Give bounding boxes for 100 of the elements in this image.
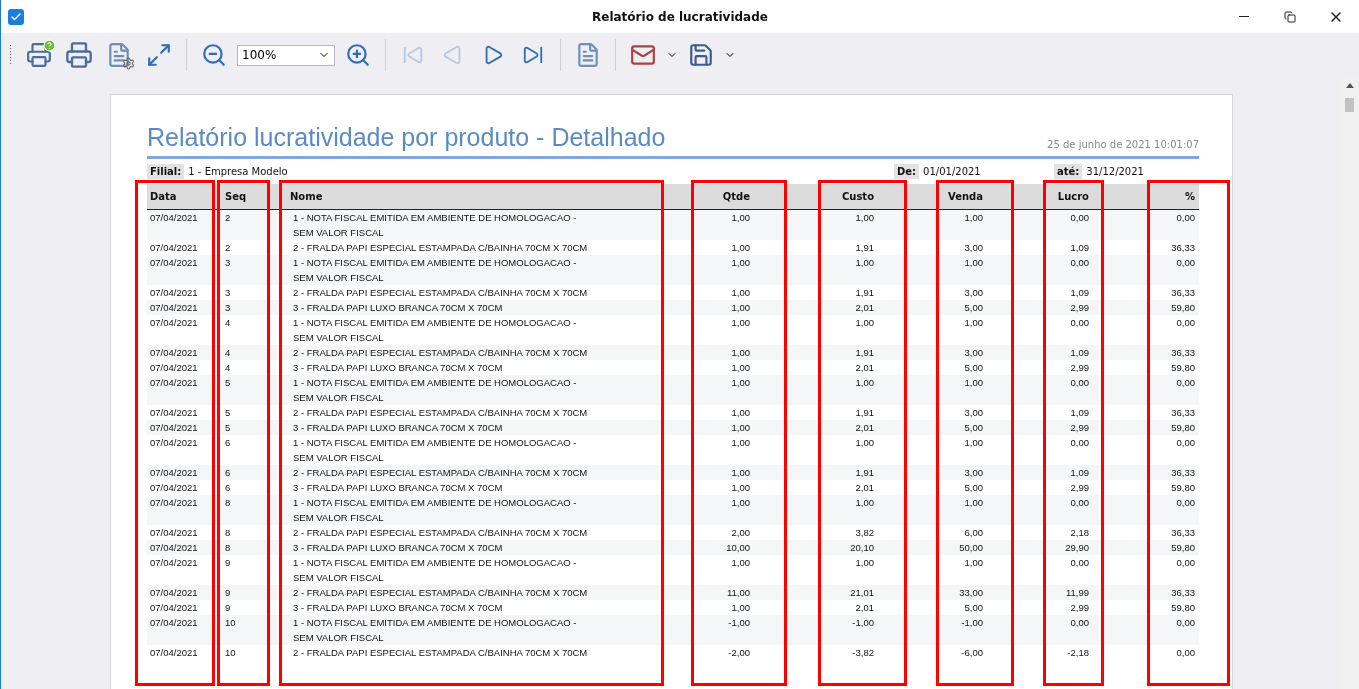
table-cell-text: 2 - FRALDA PAPI ESPECIAL ESTAMPADA C/BAINHA 70CM X 70CM [292, 526, 589, 540]
table-cell-text: 1,00 [963, 496, 984, 510]
window-title: Relatório de lucratividade [592, 9, 768, 24]
table-cell-text: 3 - FRALDA PAPI LUXO BRANCA 70CM X 70CM [292, 421, 504, 435]
zoom-dropdown[interactable]: 100% [237, 44, 335, 66]
table-cell-text: 1,00 [963, 376, 984, 390]
table-cell-text: 1,00 [854, 496, 875, 510]
settings-icon [122, 57, 135, 70]
column-header: Custo [840, 191, 875, 202]
table-cell-text: 5,00 [963, 301, 984, 315]
table-cell-text: 2,01 [854, 301, 875, 315]
table-cell-text: 1,09 [1069, 286, 1090, 300]
table-cell-text: 2,99 [1069, 481, 1090, 495]
table-cell-text: 1 - NOTA FISCAL EMITIDA EM AMBIENTE DE HOMOLOGACAO - SEM VALOR FISCAL [292, 376, 578, 405]
table-cell-text: 50,00 [958, 541, 984, 555]
table-cell-text: 20,10 [849, 541, 875, 555]
column-header: Qtde [721, 191, 751, 202]
table-cell-text: 2,01 [854, 421, 875, 435]
table-cell-text: 07/04/2021 [149, 376, 199, 390]
table-cell-text: 10 [224, 616, 237, 630]
table-cell-text: 1 - NOTA FISCAL EMITIDA EM AMBIENTE DE HOMOLOGACAO - SEM VALOR FISCAL [292, 436, 578, 465]
table-cell-text: 5 [224, 376, 232, 390]
filter-label: De: [894, 163, 920, 179]
table-cell-text: 6 [224, 481, 232, 495]
table-cell-text: 1,91 [854, 346, 875, 360]
table-cell-text: 07/04/2021 [149, 481, 199, 495]
table-cell-text: 0,00 [1175, 211, 1196, 225]
table-cell-text: 07/04/2021 [149, 316, 199, 330]
table-cell-text: 9 [224, 601, 232, 615]
table-cell-text: 36,33 [1170, 526, 1196, 540]
table-cell-text: 59,80 [1170, 541, 1196, 555]
last-page-icon [522, 44, 544, 66]
table-cell-text: 0,00 [1175, 616, 1196, 630]
table-cell-text: 0,00 [1069, 256, 1090, 270]
table-cell-text: 2,99 [1069, 421, 1090, 435]
table-cell-text: 2,99 [1069, 601, 1090, 615]
table-cell-text: 1,00 [963, 256, 984, 270]
table-cell-text: 1,00 [963, 316, 984, 330]
table-cell-text: 1,00 [730, 316, 751, 330]
column-header: Venda [947, 191, 984, 202]
table-cell-text: 5,00 [963, 421, 984, 435]
table-cell-text: 1,00 [730, 466, 751, 480]
table-cell-text: 3 - FRALDA PAPI LUXO BRANCA 70CM X 70CM [292, 601, 504, 615]
table-cell-text: 1,00 [730, 601, 751, 615]
table-cell-text: 1,91 [854, 406, 875, 420]
table-cell-text: 5 [224, 406, 232, 420]
column-header: Data [149, 191, 178, 202]
table-cell-text: 2,01 [854, 481, 875, 495]
table-cell-text: 1 - NOTA FISCAL EMITIDA EM AMBIENTE DE HOMOLOGACAO - SEM VALOR FISCAL [292, 211, 578, 240]
table-cell-text: 8 [224, 526, 232, 540]
table-cell-text: 0,00 [1069, 211, 1090, 225]
table-cell-text: 1,00 [730, 496, 751, 510]
table-cell-text: 3 - FRALDA PAPI LUXO BRANCA 70CM X 70CM [292, 361, 504, 375]
table-cell-text: 33,00 [958, 586, 984, 600]
table-cell-text: 2 - FRALDA PAPI ESPECIAL ESTAMPADA C/BAINHA 70CM X 70CM [292, 346, 589, 360]
table-cell-text: 07/04/2021 [149, 241, 199, 255]
table-cell-text: 0,00 [1175, 496, 1196, 510]
table-cell-text: 1,00 [854, 256, 875, 270]
table-cell-text: 3,00 [963, 466, 984, 480]
table-cell-text: 07/04/2021 [149, 421, 199, 435]
table-cell-text: 2 - FRALDA PAPI ESPECIAL ESTAMPADA C/BAINHA 70CM X 70CM [292, 646, 589, 660]
table-cell-text: 07/04/2021 [149, 211, 199, 225]
table-cell-text: 1,00 [730, 346, 751, 360]
table-cell-text: 1,00 [730, 436, 751, 450]
table-cell-text: 07/04/2021 [149, 256, 199, 270]
table-cell-text: 07/04/2021 [149, 346, 199, 360]
table-cell-text: 2 - FRALDA PAPI ESPECIAL ESTAMPADA C/BAINHA 70CM X 70CM [292, 406, 589, 420]
printer-icon [65, 41, 93, 69]
table-cell-text: 1,00 [730, 241, 751, 255]
table-cell-text: 0,00 [1175, 646, 1196, 660]
table-cell-text: 59,80 [1170, 421, 1196, 435]
table-cell-text: 1,09 [1069, 346, 1090, 360]
table-cell-text: 0,00 [1175, 256, 1196, 270]
table-cell-text: 36,33 [1170, 241, 1196, 255]
table-cell-text: 1 - NOTA FISCAL EMITIDA EM AMBIENTE DE HOMOLOGACAO - SEM VALOR FISCAL [292, 316, 578, 345]
table-cell-text: 0,00 [1069, 556, 1090, 570]
table-cell-text: 59,80 [1170, 361, 1196, 375]
table-cell-text: 2,18 [1069, 526, 1090, 540]
table-cell-text: 6 [224, 436, 232, 450]
table-cell-text: 1 - NOTA FISCAL EMITIDA EM AMBIENTE DE HOMOLOGACAO - SEM VALOR FISCAL [292, 496, 578, 525]
table-cell-text: 3,00 [963, 346, 984, 360]
table-cell-text: 59,80 [1170, 601, 1196, 615]
table-cell-text: 1,00 [854, 436, 875, 450]
minimize-icon [1239, 16, 1249, 17]
table-cell-text: 9 [224, 586, 232, 600]
table-cell-text: 8 [224, 496, 232, 510]
table-cell-text: 1,00 [963, 436, 984, 450]
table-cell-text: 9 [224, 556, 232, 570]
filter-value: 01/01/2021 [923, 165, 981, 177]
table-cell-text: 1,00 [730, 481, 751, 495]
resize-arrow-icon [146, 42, 172, 68]
table-cell-text: 59,80 [1170, 301, 1196, 315]
toolbar-grip[interactable] [9, 44, 12, 66]
table-cell-text: 1,00 [730, 286, 751, 300]
restore-icon [1284, 10, 1296, 23]
table-cell-text: 07/04/2021 [149, 601, 199, 615]
printer-icon [26, 42, 52, 68]
table-cell-text: 3 [224, 301, 232, 315]
table-cell-text: -2,00 [727, 646, 751, 660]
table-cell-text: 07/04/2021 [149, 556, 199, 570]
